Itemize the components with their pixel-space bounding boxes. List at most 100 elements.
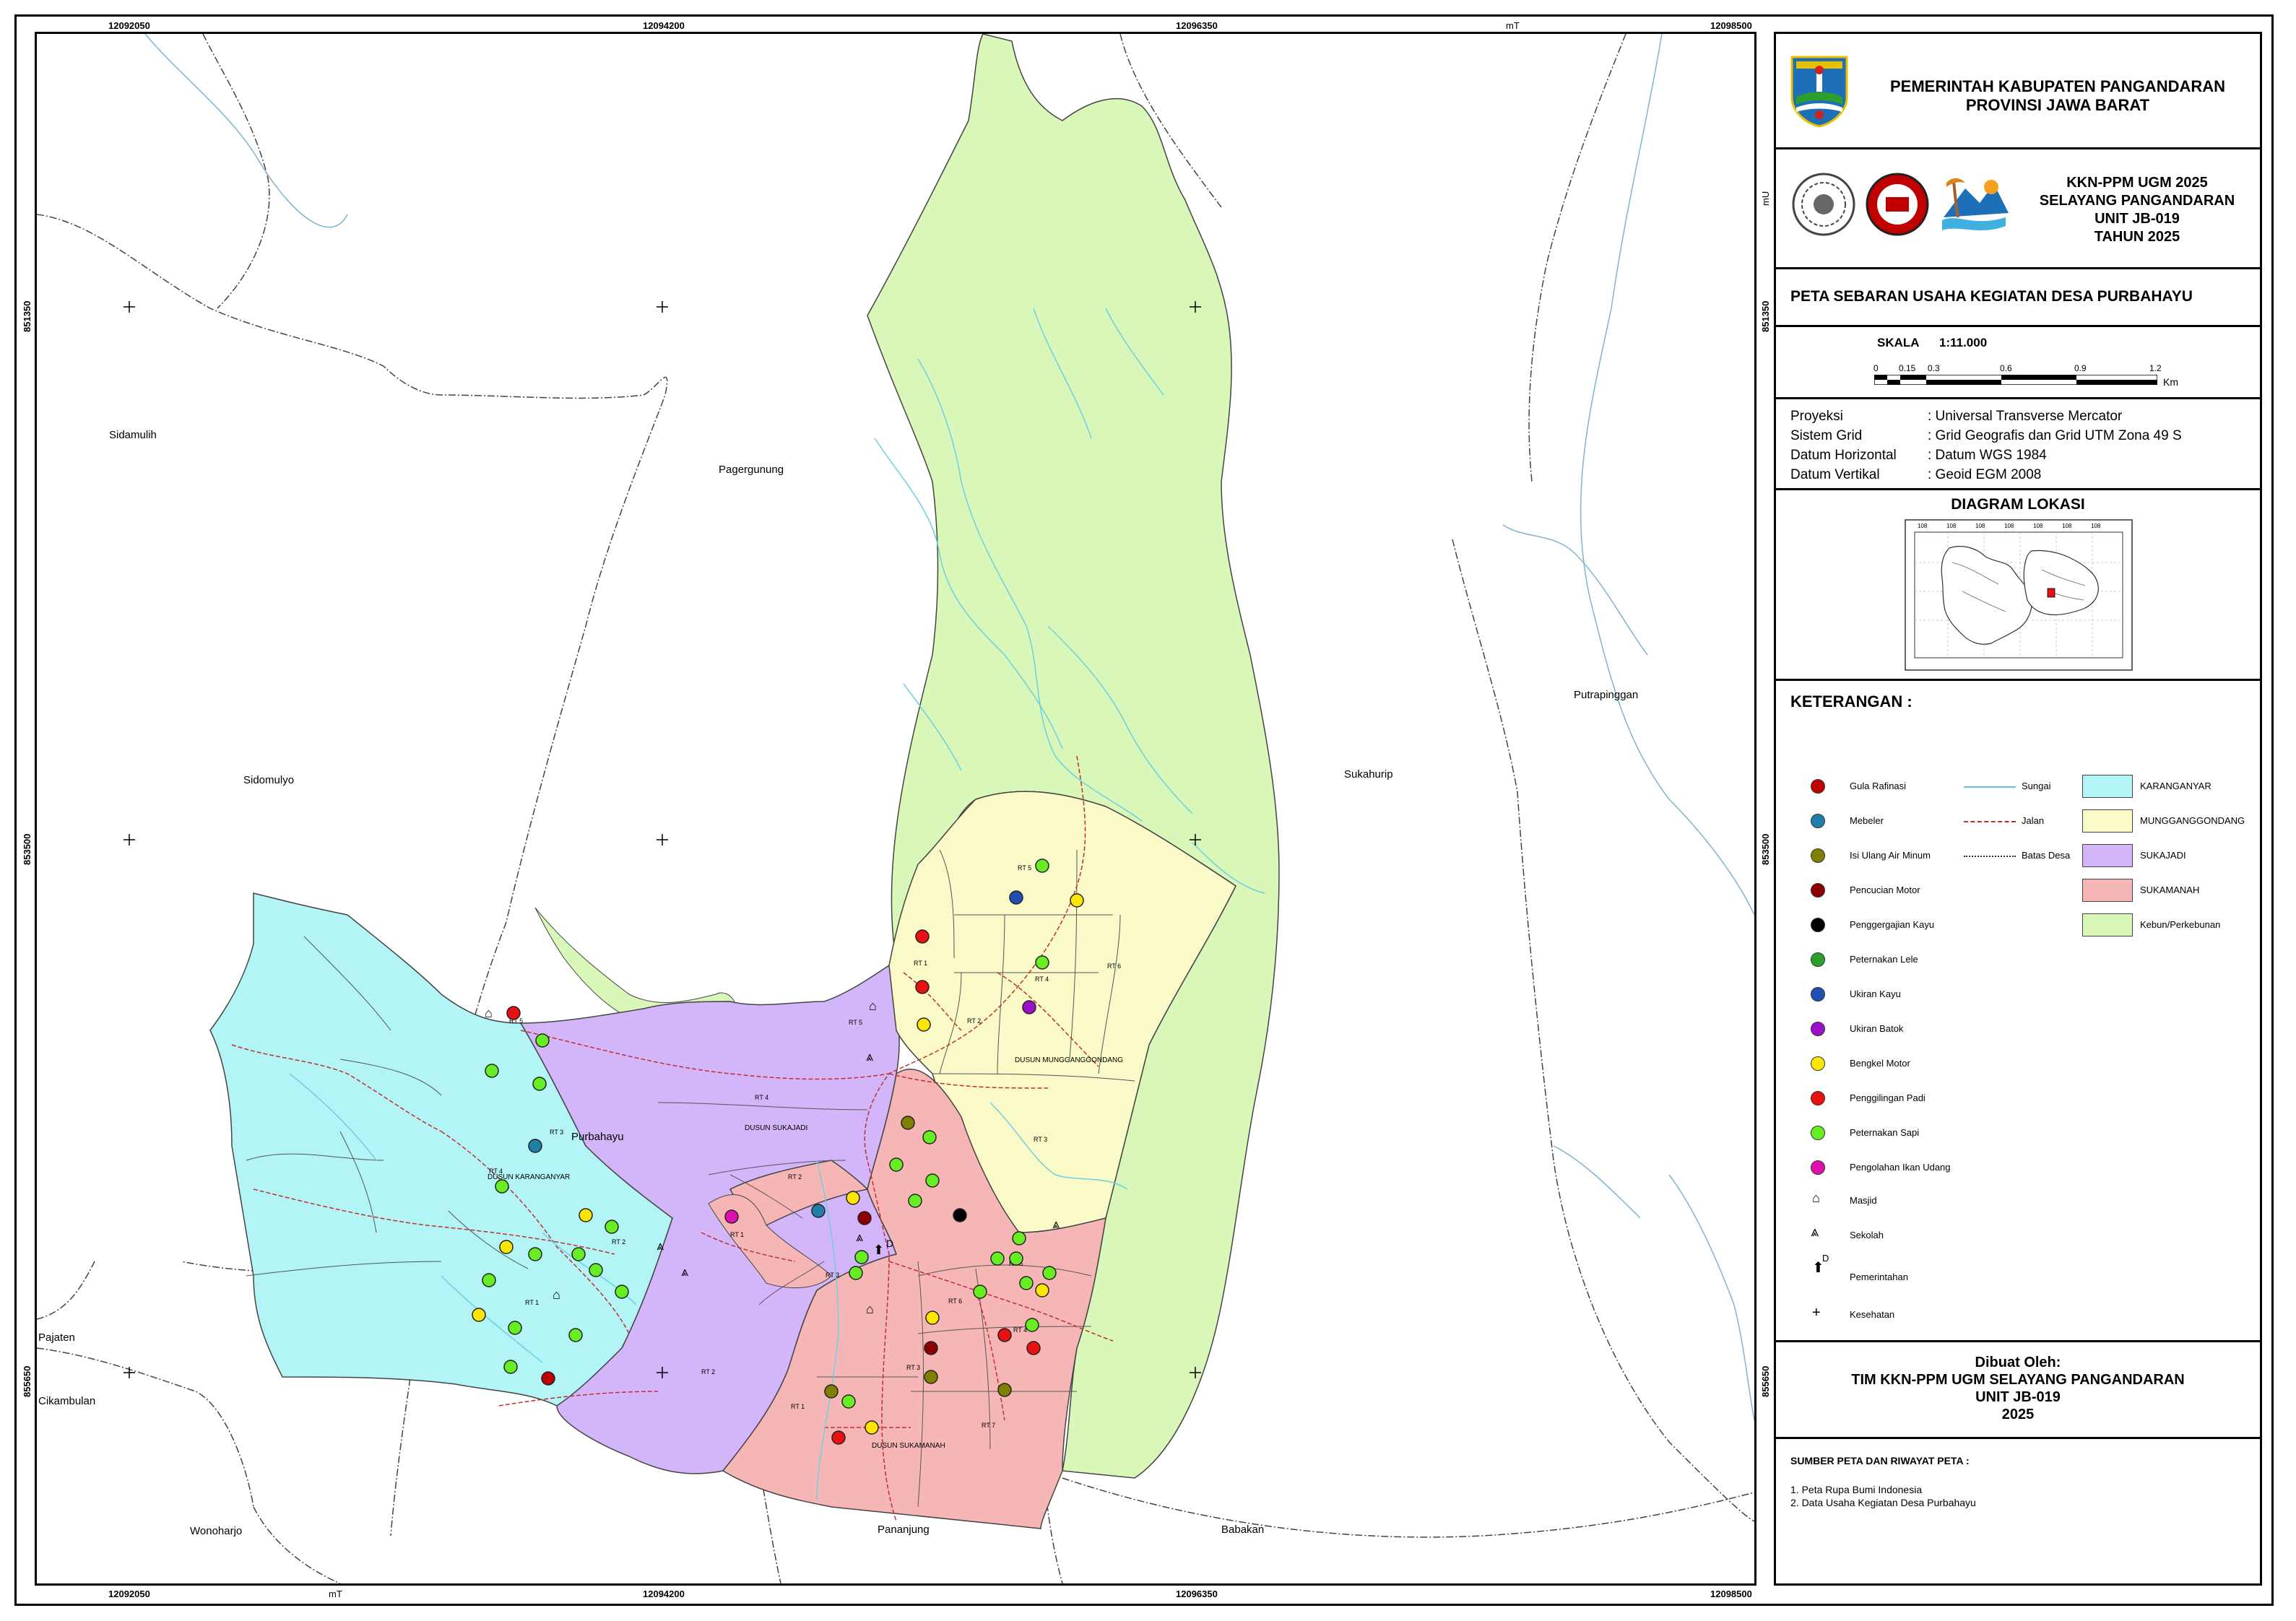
grid-cross [657,834,668,846]
mosque-icon: ⌂ [866,1302,874,1316]
bengkel-motor-point[interactable] [472,1308,486,1322]
penggergajian-kayu-point[interactable] [953,1208,967,1222]
peternakan-sapi-point[interactable] [854,1250,869,1264]
peternakan-sapi-point[interactable] [528,1247,542,1261]
bengkel-motor-point[interactable] [865,1420,879,1435]
penggilingan-padi-point[interactable] [831,1430,846,1445]
author-line: UNIT JB-019 [1975,1389,2061,1405]
penggilingan-padi-point[interactable] [915,929,930,944]
isi-ulang-air-point[interactable] [997,1383,1012,1397]
pengolahan-ikan-udang-point[interactable] [724,1209,739,1224]
peternakan-sapi-point[interactable] [495,1179,509,1194]
sources-title: SUMBER PETA DAN RIWAYAT PETA : [1790,1455,1970,1466]
peternakan-sapi-point[interactable] [482,1273,496,1287]
peternakan-sapi-point[interactable] [503,1360,518,1374]
dusun-label: DUSUN SUKAJADI [745,1124,807,1132]
grid-label-top: mT [1506,20,1520,31]
peternakan-sapi-point[interactable] [990,1251,1005,1266]
peternakan-sapi-point[interactable] [571,1247,586,1261]
legend-label: KARANGANYAR [2140,781,2211,791]
dusun-label: DUSUN MUNGGANGGONDANG [1015,1056,1123,1064]
isi-ulang-air-point[interactable] [924,1370,938,1384]
peternakan-sapi-point[interactable] [508,1321,522,1335]
peternakan-sapi-point[interactable] [589,1263,603,1277]
peternakan-sapi-point[interactable] [568,1328,583,1342]
village-label: Pagergunung [719,464,784,476]
peternakan-sapi-point[interactable] [605,1220,619,1234]
kkn-logo [1866,173,1929,236]
peternakan-sapi-point[interactable] [532,1077,547,1091]
map-title-section: PETA SEBARAN USAHA KEGIATAN DESA PURBAHA… [1776,269,2260,327]
penggilingan-padi-point[interactable] [1026,1341,1041,1355]
peternakan-sapi-point[interactable] [841,1394,856,1409]
bengkel-motor-point[interactable] [499,1240,514,1254]
peternakan-sapi-point[interactable] [485,1064,499,1078]
peternakan-sapi-point[interactable] [1019,1276,1034,1290]
rt-label: RT 4 [1035,975,1049,983]
grid-label-right: 853500 [1760,833,1771,865]
government-title: PEMERINTAH KABUPATEN PANGANDARAN PROVINS… [1855,77,2260,115]
peternakan-sapi-point[interactable] [1035,859,1049,873]
legend-swatch [1811,1160,1825,1175]
grid-cross [124,301,135,313]
peternakan-sapi-point[interactable] [889,1157,904,1172]
bengkel-motor-point[interactable] [925,1311,940,1325]
ukiran-kayu-point[interactable] [1009,890,1023,905]
kkn-title: KKN-PPM UGM 2025 SELAYANG PANGANDARAN UN… [2014,174,2260,246]
grid-label-bottom: 12098500 [1710,1589,1752,1599]
grid-label-right: 855650 [1760,1365,1771,1397]
peternakan-sapi-point[interactable] [922,1130,937,1144]
projection-values: : Universal Transverse Mercator : Grid G… [1928,407,2182,484]
peternakan-sapi-point[interactable] [908,1194,922,1208]
peternakan-sapi-point[interactable] [1012,1231,1026,1246]
pencucian-motor-point[interactable] [924,1341,938,1355]
penggilingan-padi-point[interactable] [506,1006,521,1020]
peternakan-sapi-point[interactable] [535,1033,550,1048]
isi-ulang-air-point[interactable] [824,1384,839,1399]
boundary-line [1528,34,1626,482]
bengkel-motor-point[interactable] [1070,893,1084,908]
penggilingan-padi-point[interactable] [915,980,930,994]
penggilingan-padi-point[interactable] [997,1328,1012,1342]
legend-title: KETERANGAN : [1790,692,1912,710]
author-line: TIM KKN-PPM UGM SELAYANG PANGANDARAN [1851,1372,2185,1388]
peternakan-sapi-point[interactable] [1035,955,1049,970]
legend-label: Mebeler [1850,815,1884,826]
grid-label-top: 12092050 [108,20,150,31]
bengkel-motor-point[interactable] [579,1208,593,1222]
legend-swatch [1811,918,1825,932]
government-line: PEMERINTAH KABUPATEN PANGANDARAN [1889,77,2226,95]
boundary-line [37,1261,95,1320]
peternakan-sapi-point[interactable] [973,1285,987,1299]
school-icon: ⩓ [1811,1224,1819,1240]
bengkel-motor-point[interactable] [917,1017,931,1032]
peternakan-sapi-point[interactable] [1025,1318,1039,1332]
peternakan-sapi-point[interactable] [1009,1251,1023,1266]
mebeler-point[interactable] [528,1139,542,1153]
village-label: Cikambulan [38,1395,95,1407]
village-label: Sukahurip [1344,768,1393,781]
map-frame: Sidamulih Pagergunung Sidomulyo Sukahuri… [35,32,1756,1586]
legend-label: Peternakan Lele [1850,954,1918,965]
grid-label-top: 12096350 [1176,20,1218,31]
svg-text:108: 108 [2004,523,2014,529]
mebeler-point[interactable] [811,1204,826,1218]
peternakan-sapi-point[interactable] [615,1285,629,1299]
peternakan-sapi-point[interactable] [849,1266,863,1280]
peternakan-sapi-point[interactable] [925,1173,940,1188]
gula-rafinasi-point[interactable] [541,1371,555,1386]
bengkel-motor-point[interactable] [846,1191,860,1205]
pencucian-motor-point[interactable] [857,1211,872,1225]
ukiran-batok-point[interactable] [1022,1000,1036,1014]
selayang-pangandaran-logo [1938,168,2010,240]
projection-key: Datum Horizontal [1790,448,1897,463]
school-icon: ⩓ [856,1230,863,1244]
rt-label: RT 1 [730,1231,744,1238]
isi-ulang-air-point[interactable] [901,1116,915,1130]
projection-value: : Datum WGS 1984 [1928,448,2047,463]
peternakan-sapi-point[interactable] [1042,1266,1057,1280]
village-label: Purbahayu [571,1131,624,1143]
sources-section: SUMBER PETA DAN RIWAYAT PETA : 1. Peta R… [1776,1439,2260,1583]
bengkel-motor-point[interactable] [1035,1283,1049,1298]
kkn-line: SELAYANG PANGANDARAN [2039,193,2235,209]
